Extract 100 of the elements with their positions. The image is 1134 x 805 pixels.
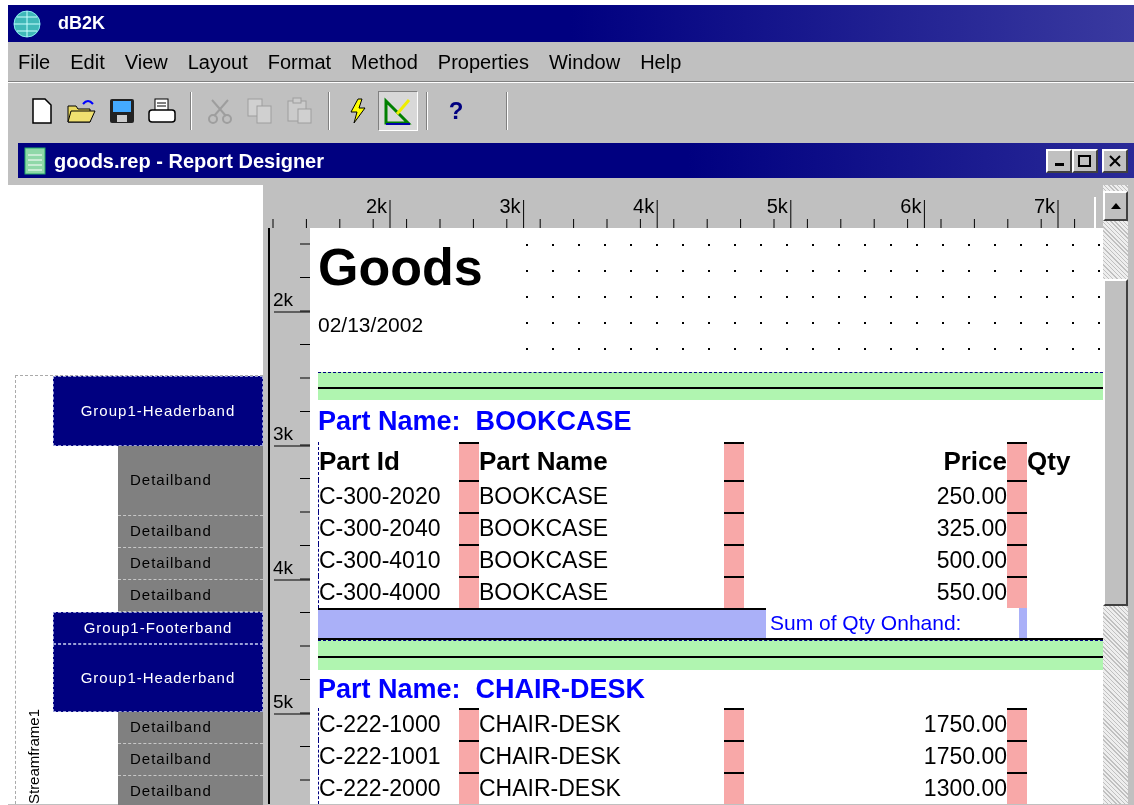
column-marker [459,544,479,576]
group-heading: Part Name: CHAIR-DESK [317,672,647,706]
table-cell-text: BOOKCASE [479,513,610,543]
close-button[interactable] [1102,148,1128,173]
column-marker [459,480,479,512]
group-heading: Part Name: BOOKCASE [317,404,633,438]
table-cell-text: 1750.00 [922,741,1007,771]
column-header: Part Id [319,444,401,478]
printer-icon [148,97,176,124]
column-marker [1007,544,1027,576]
table-cell-text: BOOKCASE [479,577,610,607]
detail-band[interactable]: Detailband [118,516,263,548]
maximize-button[interactable] [1072,148,1098,173]
table-cell-text: CHAIR-DESK [479,773,622,803]
column-marker [1007,512,1027,544]
toolbar-button[interactable] [378,90,418,131]
table-cell-text: CHAIR-DESK [479,709,622,739]
column-marker [459,740,479,772]
column-marker [459,576,479,608]
up-arrow-icon [1109,202,1122,210]
table-cell-text: C-300-2020 [319,481,442,511]
menu-item[interactable]: Method [341,42,428,81]
table-cell-text: 1750.00 [922,709,1007,739]
column-marker [1007,708,1027,740]
column-header: Part Name [479,444,609,478]
detail-band[interactable]: Detailband [118,744,263,776]
footer-field-marker [1019,608,1027,638]
stream-frame-label: Streamframe1 [24,708,44,805]
column-marker [1007,442,1027,480]
table-cell-text: C-300-4000 [319,577,442,607]
set-square-pencil-icon [383,95,413,126]
menu-item[interactable]: File [8,42,61,81]
table-cell-text: C-222-1001 [319,741,442,771]
column-marker [724,708,744,740]
clipboard-icon [286,96,314,125]
group-header-band[interactable]: Group1-Headerband [53,376,263,446]
close-icon [1109,154,1121,167]
table-cell-text: 1300.00 [922,773,1007,803]
group-header-band[interactable]: Group1-Headerband [53,644,263,712]
column-header: Qty [1027,444,1072,478]
column-marker [1007,740,1027,772]
column-marker [724,442,744,480]
menu-item[interactable]: Format [257,42,342,81]
vertical-ruler: 2k 3k 4k 5k [270,228,310,805]
column-marker [724,480,744,512]
app-title: dB2K [58,12,105,35]
table-cell-text: 325.00 [935,513,1007,543]
column-marker [459,772,479,804]
scissors-icon [207,97,233,124]
minimize-button[interactable] [1046,148,1072,173]
menu-item[interactable]: Properties [427,42,539,81]
column-marker [1007,576,1027,608]
table-cell-text: 500.00 [935,545,1007,575]
menu-item[interactable]: Edit [60,42,115,81]
column-marker [459,512,479,544]
folder-icon [67,97,97,124]
table-cell-text: CHAIR-DESK [479,741,622,771]
horizontal-ruler: 2k 3k 4k 5k 6k 7k [263,185,1103,228]
footer-label: Sum of Qty Onhand: [769,610,963,637]
column-marker [724,544,744,576]
menu-item[interactable]: Help [630,42,692,81]
detail-band[interactable]: Detailband [118,776,263,805]
blank-page-icon [32,97,52,124]
table-cell-text: C-300-4010 [319,545,442,575]
column-marker [459,708,479,740]
report-title: Goods [317,240,484,293]
document-icon [24,146,46,175]
table-cell-text: C-300-2040 [319,513,442,543]
menu-item[interactable]: Window [539,42,631,81]
menu-item[interactable]: Layout [177,42,258,81]
menu-item[interactable]: View [114,42,178,81]
table-cell-text: C-222-2000 [319,773,442,803]
minimize-icon [1054,163,1064,166]
detail-band[interactable]: Detailband [118,712,263,744]
table-cell-text: BOOKCASE [479,545,610,575]
table-cell-text: 550.00 [935,577,1007,607]
report-date: 02/13/2002 [317,312,425,339]
table-cell-text: BOOKCASE [479,481,610,511]
help-button[interactable]: ? [436,90,476,131]
document-window-title: goods.rep - Report Designer [54,148,325,174]
scrollbar-thumb[interactable] [1103,279,1128,606]
column-marker [459,442,479,480]
column-marker [724,772,744,804]
group-footer-band[interactable]: Group1-Footerband [53,612,263,644]
detail-band[interactable]: Detailband [118,446,263,516]
detail-band[interactable]: Detailband [118,548,263,580]
column-marker [1007,772,1027,804]
column-marker [724,576,744,608]
column-marker [724,512,744,544]
lightning-bolt-icon [349,97,367,124]
column-marker [724,740,744,772]
globe-icon [12,8,42,39]
column-marker [1007,480,1027,512]
vertical-scrollbar[interactable] [1103,185,1128,804]
table-cell-text: 250.00 [935,481,1007,511]
maximize-icon [1078,154,1092,167]
scroll-up-button[interactable] [1103,191,1128,221]
column-header: Price [942,444,1007,478]
detail-band[interactable]: Detailband [118,580,263,612]
copy-icon [246,96,274,125]
